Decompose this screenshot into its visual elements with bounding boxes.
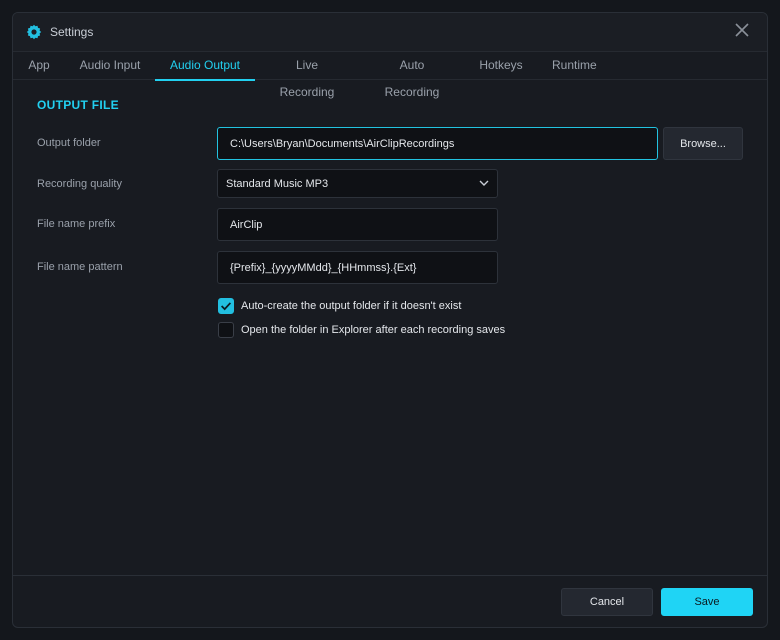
open-explorer-label: Open the folder in Explorer after each r…: [241, 324, 506, 336]
file-name-pattern-field[interactable]: {Prefix}_{yyyyMMdd}_{HHmmss}.{Ext}: [217, 251, 498, 284]
recording-quality-select[interactable]: Standard Music MP3: [217, 169, 498, 198]
footer-divider: [13, 575, 767, 576]
auto-create-checkbox[interactable]: [218, 298, 234, 314]
tab-audio-output[interactable]: Audio Output: [155, 52, 255, 81]
auto-create-label: Auto-create the output folder if it does…: [241, 300, 462, 312]
settings-window: Settings App Audio Input Audio Output Li…: [12, 12, 768, 628]
output-folder-field[interactable]: C:\Users\Bryan\Documents\AirClipRecordin…: [217, 127, 658, 160]
file-name-prefix-label: File name prefix: [37, 218, 116, 230]
tab-bar: App Audio Input Audio Output Live Record…: [13, 51, 767, 99]
close-icon[interactable]: [735, 23, 749, 37]
chevron-down-icon: [479, 180, 489, 186]
checkmark-icon: [221, 302, 232, 311]
section-title: OUTPUT FILE: [37, 98, 119, 112]
recording-quality-value: Standard Music MP3: [226, 177, 329, 190]
tab-hotkeys[interactable]: Hotkeys: [479, 52, 523, 80]
tab-runtime[interactable]: Runtime: [552, 52, 597, 80]
tab-app[interactable]: App: [27, 52, 51, 80]
browse-button[interactable]: Browse...: [663, 127, 743, 160]
recording-quality-label: Recording quality: [37, 178, 122, 190]
tab-auto-recording[interactable]: Auto Recording: [373, 52, 451, 99]
tab-audio-input[interactable]: Audio Input: [79, 52, 141, 80]
file-name-pattern-label: File name pattern: [37, 261, 123, 273]
gear-icon: [26, 24, 42, 40]
window-title: Settings: [50, 25, 94, 39]
output-folder-label: Output folder: [37, 137, 101, 149]
tab-live-recording[interactable]: Live Recording: [269, 52, 345, 99]
title-bar: Settings: [13, 13, 767, 51]
open-explorer-checkbox[interactable]: [218, 322, 234, 338]
cancel-button[interactable]: Cancel: [561, 588, 653, 616]
file-name-prefix-field[interactable]: AirClip: [217, 208, 498, 241]
save-button[interactable]: Save: [661, 588, 753, 616]
